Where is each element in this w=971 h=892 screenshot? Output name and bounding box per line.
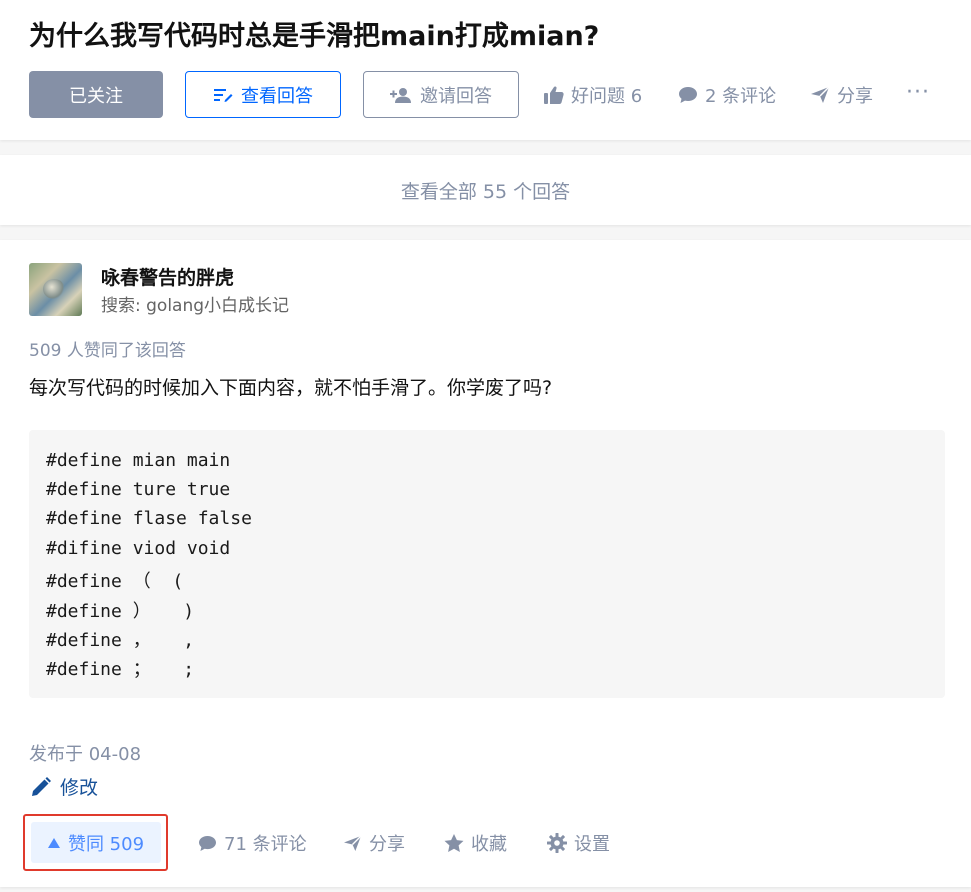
comment-icon	[199, 835, 216, 851]
answer-comments-button[interactable]: 71 条评论	[198, 830, 307, 856]
answer-share-label: 分享	[369, 834, 405, 855]
settings-button[interactable]: 设置	[547, 830, 610, 856]
good-question-label: 好问题 6	[571, 86, 643, 107]
author-name[interactable]: 咏春警告的胖虎	[101, 263, 234, 290]
edit-lines-icon	[214, 88, 233, 102]
comment-icon	[679, 87, 697, 103]
answer-card: 咏春警告的胖虎 搜索: golang小白成长记 509 人赞同了该回答 每次写代…	[0, 240, 971, 887]
vote-summary[interactable]: 509 人赞同了该回答	[29, 336, 186, 361]
share-icon	[344, 834, 362, 851]
question-share-label: 分享	[837, 86, 873, 107]
code-line: #define ； ;	[46, 659, 195, 680]
answer-comments-label: 71 条评论	[224, 834, 307, 855]
view-answer-button[interactable]: 查看回答	[185, 71, 341, 118]
question-comments-button[interactable]: 2 条评论	[678, 82, 776, 108]
answer-share-button[interactable]: 分享	[343, 830, 405, 856]
question-comments-label: 2 条评论	[705, 86, 777, 107]
code-line: #define ） )	[46, 601, 195, 622]
question-title[interactable]: 为什么我写代码时总是手滑把main打成mian?	[29, 14, 599, 53]
code-line: #define （ (	[46, 571, 184, 592]
code-line: #difine viod void	[46, 538, 231, 559]
vote-up-button[interactable]: 赞同 509	[31, 822, 161, 863]
code-line: #define ， ,	[46, 630, 195, 651]
publish-time[interactable]: 发布于 04-08	[29, 740, 141, 766]
code-block: #define mian main #define ture true #def…	[29, 430, 945, 698]
code-line: #define ture true	[46, 479, 231, 500]
follow-button[interactable]: 已关注	[29, 71, 163, 118]
gear-icon	[547, 833, 567, 853]
question-header: 为什么我写代码时总是手滑把main打成mian? 已关注 查看回答 邀请回答 好…	[0, 0, 971, 140]
author-bio: 搜索: golang小白成长记	[101, 296, 290, 316]
answer-text: 每次写代码的时候加入下面内容，就不怕手滑了。你学废了吗?	[29, 377, 553, 399]
more-icon[interactable]: ···	[906, 80, 930, 105]
code-line: #define mian main	[46, 450, 231, 471]
collect-button[interactable]: 收藏	[444, 830, 507, 856]
share-icon	[811, 86, 830, 103]
view-all-answers-link[interactable]: 查看全部 55 个回答	[0, 155, 971, 225]
invite-answer-label: 邀请回答	[420, 85, 492, 107]
triangle-up-icon	[47, 837, 60, 848]
code-line: #define flase false	[46, 508, 252, 529]
edit-button[interactable]: 修改	[31, 773, 98, 800]
settings-label: 设置	[574, 834, 610, 855]
collect-label: 收藏	[471, 834, 507, 855]
vote-up-label: 赞同 509	[67, 833, 145, 855]
view-answer-label: 查看回答	[241, 85, 313, 107]
star-icon	[444, 833, 464, 852]
question-share-button[interactable]: 分享	[810, 82, 873, 108]
edit-label: 修改	[60, 777, 99, 799]
avatar[interactable]	[29, 263, 82, 316]
thumbs-up-icon	[544, 86, 564, 104]
invite-answer-button[interactable]: 邀请回答	[363, 71, 519, 118]
follow-button-label: 已关注	[69, 85, 123, 107]
pencil-icon	[32, 776, 51, 796]
good-question-button[interactable]: 好问题 6	[544, 82, 642, 108]
add-user-icon	[390, 87, 411, 103]
